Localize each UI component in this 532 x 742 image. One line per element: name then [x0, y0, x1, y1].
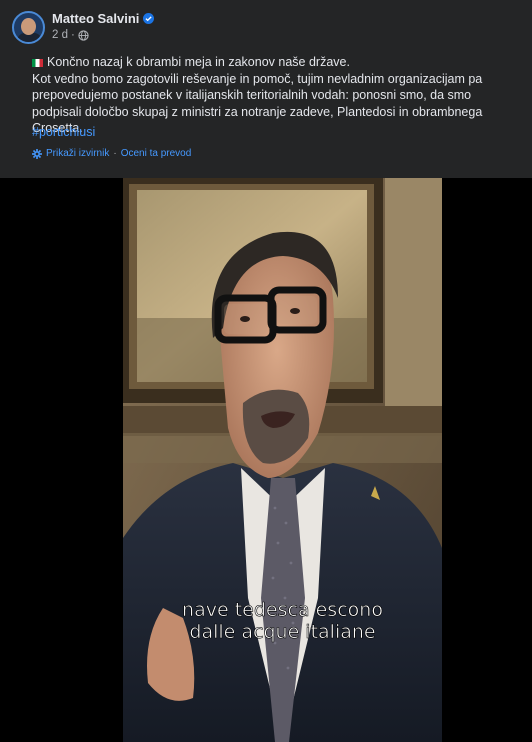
post-header: Matteo Salvini 2 d · Končno nazaj k obra… — [0, 0, 532, 178]
post-timestamp[interactable]: 2 d — [52, 29, 68, 41]
gear-icon — [32, 148, 42, 159]
meta-separator: · — [71, 29, 75, 41]
rate-translation-link[interactable]: Oceni ta prevod — [121, 148, 192, 159]
author-avatar[interactable] — [12, 11, 45, 44]
hashtag-link[interactable]: #portichiusi — [32, 125, 95, 139]
author-name[interactable]: Matteo Salvini — [52, 11, 139, 26]
italy-flag-icon — [32, 58, 43, 67]
post-text-line2: Kot vedno bomo zagotovili reševanje in p… — [32, 71, 483, 136]
translation-bar: Prikaži izvirnik · Oceni ta prevod — [32, 148, 191, 159]
subtitle-line-1: nave tedesca escono — [182, 599, 383, 621]
translation-separator: · — [113, 148, 117, 159]
verified-badge-icon — [143, 13, 155, 24]
video-area: nave tedesca escono dalle acque italiane — [0, 178, 532, 742]
post-meta: 2 d · — [52, 29, 89, 41]
video-player[interactable]: nave tedesca escono dalle acque italiane — [123, 178, 442, 742]
author-row: Matteo Salvini — [52, 11, 155, 26]
video-frame: nave tedesca escono dalle acque italiane — [123, 178, 442, 742]
post-text-line1: Končno nazaj k obrambi meja in zakonov n… — [47, 55, 350, 69]
show-original-link[interactable]: Prikaži izvirnik — [46, 148, 109, 159]
subtitle-line-2: dalle acque italiane — [189, 621, 375, 643]
globe-icon[interactable] — [78, 29, 89, 41]
post-text: Končno nazaj k obrambi meja in zakonov n… — [32, 54, 512, 137]
